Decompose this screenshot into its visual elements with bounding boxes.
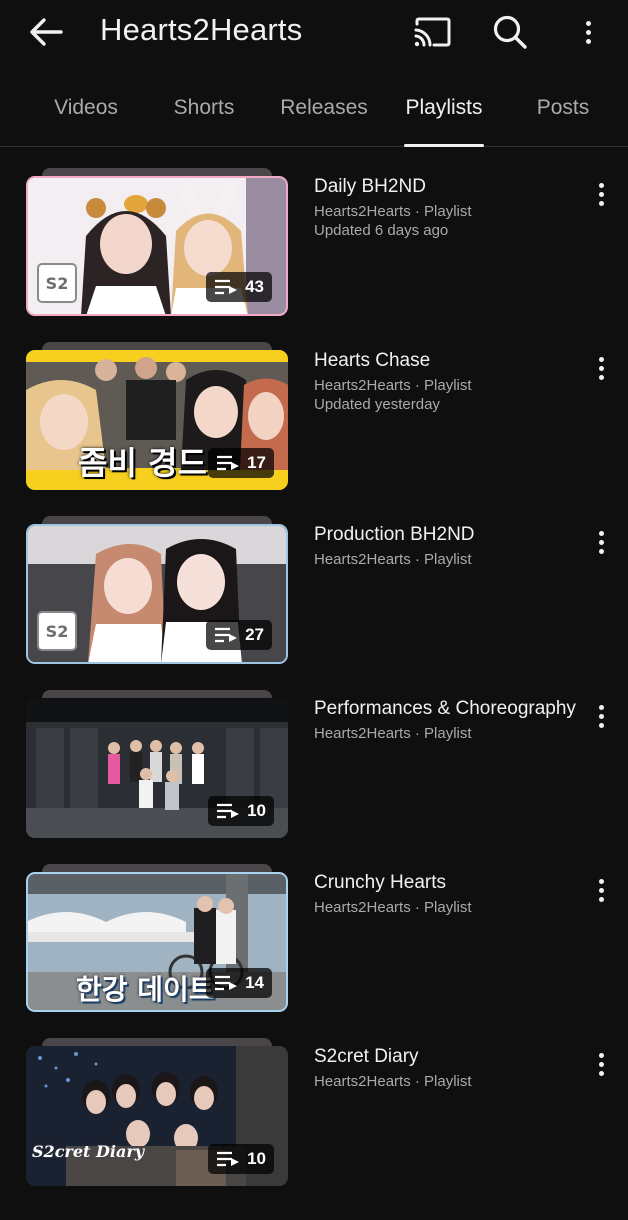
search-button[interactable] bbox=[488, 10, 532, 54]
playlist-icon bbox=[215, 627, 238, 643]
thumbnail-image: 좀비 경드 17 bbox=[26, 350, 288, 490]
tab-shorts[interactable]: Shorts bbox=[158, 82, 250, 146]
playlist-more-button[interactable] bbox=[586, 872, 616, 908]
playlist-updated: Updated 6 days ago bbox=[314, 222, 449, 239]
video-count: 27 bbox=[245, 625, 264, 644]
tab-playlists[interactable]: Playlists bbox=[398, 82, 490, 146]
more-vert-icon bbox=[598, 530, 604, 554]
playlist-meta: Hearts2Hearts · Playlist bbox=[314, 203, 472, 220]
playlist-thumbnail[interactable]: S2 43 bbox=[26, 168, 288, 324]
playlist-thumbnail[interactable]: 한강 데이트 14 bbox=[26, 864, 288, 1020]
playlist-item[interactable]: S2 43 Daily BH2ND Hearts2Hearts · Playli… bbox=[0, 168, 628, 350]
more-vert-icon bbox=[585, 20, 591, 44]
playlist-meta: Hearts2Hearts · Playlist bbox=[314, 551, 472, 568]
playlist-icon bbox=[217, 803, 240, 819]
playlist-title[interactable]: Crunchy Hearts bbox=[314, 872, 446, 894]
video-count: 43 bbox=[245, 277, 264, 296]
video-count-badge: 14 bbox=[206, 968, 272, 998]
playlist-meta: Hearts2Hearts · Playlist bbox=[314, 899, 472, 916]
playlist-icon bbox=[215, 975, 238, 991]
more-options-button[interactable] bbox=[568, 10, 608, 54]
playlist-title[interactable]: Hearts Chase bbox=[314, 350, 430, 372]
video-count: 10 bbox=[247, 801, 266, 820]
tab-posts[interactable]: Posts bbox=[520, 82, 606, 146]
active-tab-indicator bbox=[404, 144, 484, 147]
playlist-item[interactable]: 한강 데이트 14 Crunchy Hearts Hearts2Hearts ·… bbox=[0, 864, 628, 1046]
playlist-title[interactable]: Daily BH2ND bbox=[314, 176, 426, 198]
playlist-icon bbox=[217, 455, 240, 471]
thumbnail-caption: S2cret Diary bbox=[32, 1142, 145, 1161]
playlist-thumbnail[interactable]: 좀비 경드 17 bbox=[26, 342, 288, 498]
channel-tabs: Videos Shorts Releases Playlists Posts bbox=[0, 82, 628, 147]
more-vert-icon bbox=[598, 356, 604, 380]
playlist-icon bbox=[215, 279, 238, 295]
playlist-more-button[interactable] bbox=[586, 350, 616, 386]
playlist-title[interactable]: Performances & Choreography bbox=[314, 698, 576, 720]
cast-icon bbox=[414, 17, 451, 47]
svg-text:S2: S2 bbox=[46, 274, 69, 293]
tab-videos[interactable]: Videos bbox=[40, 82, 132, 146]
thumbnail-caption: 좀비 경드 bbox=[78, 444, 207, 482]
playlist-meta: Hearts2Hearts · Playlist bbox=[314, 1073, 472, 1090]
video-count-badge: 10 bbox=[208, 1144, 274, 1174]
thumbnail-image: 한강 데이트 14 bbox=[26, 872, 288, 1012]
playlist-item[interactable]: 10 Performances & Choreography Hearts2He… bbox=[0, 690, 628, 872]
playlist-meta: Hearts2Hearts · Playlist bbox=[314, 725, 472, 742]
thumbnail-image: S2 27 bbox=[26, 524, 288, 664]
thumbnail-caption: 한강 데이트 bbox=[76, 973, 215, 1006]
playlist-thumbnail[interactable]: S2 27 bbox=[26, 516, 288, 672]
playlist-more-button[interactable] bbox=[586, 698, 616, 734]
arrow-left-icon bbox=[30, 18, 63, 46]
playlist-title[interactable]: Production BH2ND bbox=[314, 524, 475, 546]
playlist-thumbnail[interactable]: 10 bbox=[26, 690, 288, 846]
thumbnail-image: 10 bbox=[26, 698, 288, 838]
back-button[interactable] bbox=[22, 12, 70, 52]
video-count-badge: 10 bbox=[208, 796, 274, 826]
more-vert-icon bbox=[598, 182, 604, 206]
playlist-more-button[interactable] bbox=[586, 1046, 616, 1082]
top-app-bar: Hearts2Hearts bbox=[0, 0, 628, 64]
video-count: 14 bbox=[245, 973, 264, 992]
playlist-item[interactable]: S2cret Diary 10 S2cret Diary Hearts2Hear… bbox=[0, 1038, 628, 1220]
cast-button[interactable] bbox=[410, 10, 454, 54]
thumbnail-image: S2 43 bbox=[26, 176, 288, 316]
more-vert-icon bbox=[598, 878, 604, 902]
video-count: 10 bbox=[247, 1149, 266, 1168]
playlist-more-button[interactable] bbox=[586, 176, 616, 212]
channel-title: Hearts2Hearts bbox=[100, 12, 303, 47]
tab-releases[interactable]: Releases bbox=[278, 82, 370, 146]
search-icon bbox=[493, 15, 527, 49]
video-count-badge: 27 bbox=[206, 620, 272, 650]
video-count-badge: 17 bbox=[208, 448, 274, 478]
more-vert-icon bbox=[598, 1052, 604, 1076]
video-count: 17 bbox=[247, 453, 266, 472]
svg-text:S2: S2 bbox=[46, 622, 69, 641]
video-count-badge: 43 bbox=[206, 272, 272, 302]
playlist-more-button[interactable] bbox=[586, 524, 616, 560]
playlist-updated: Updated yesterday bbox=[314, 396, 440, 413]
playlist-item[interactable]: 좀비 경드 17 Hearts Chase Hearts2Hearts · Pl… bbox=[0, 342, 628, 524]
playlist-title[interactable]: S2cret Diary bbox=[314, 1046, 419, 1068]
thumbnail-image: S2cret Diary 10 bbox=[26, 1046, 288, 1186]
playlist-meta: Hearts2Hearts · Playlist bbox=[314, 377, 472, 394]
more-vert-icon bbox=[598, 704, 604, 728]
playlist-thumbnail[interactable]: S2cret Diary 10 bbox=[26, 1038, 288, 1194]
playlist-icon bbox=[217, 1151, 240, 1167]
playlist-item[interactable]: S2 27 Production BH2ND Hearts2Hearts · P… bbox=[0, 516, 628, 698]
